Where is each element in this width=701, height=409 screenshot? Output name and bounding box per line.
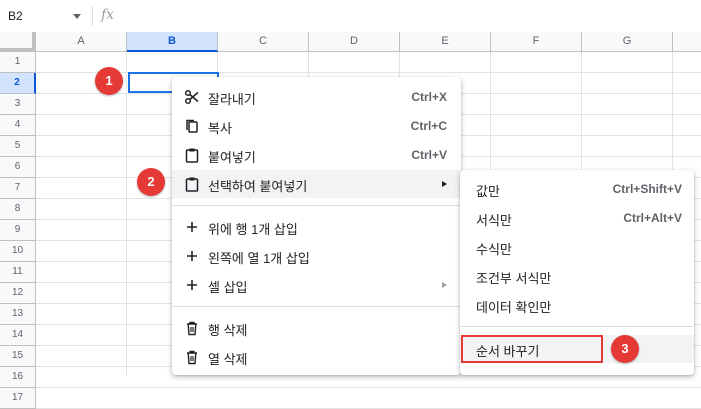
submenu-item-conditional-format-only[interactable]: 조건부 서식만 [460,262,694,290]
menu-item-label: 셀 삽입 [208,280,248,295]
row-header-14[interactable]: 14 [0,325,36,346]
cell-reference: B2 [8,9,23,23]
trash-icon [184,320,200,336]
row-header-5[interactable]: 5 [0,136,36,157]
submenu-arrow-icon [442,181,447,187]
fx-icon: fx [101,7,115,23]
menu-item-label: 조건부 서식만 [476,271,552,286]
column-header-partial[interactable] [673,32,701,52]
menu-divider [460,326,694,327]
menu-item-label: 열 삭제 [208,352,248,367]
grid-line [36,387,701,388]
shortcut-label: Ctrl+Alt+V [623,211,682,225]
column-header-e[interactable]: E [400,32,491,52]
menu-divider [172,306,461,307]
row-header-9[interactable]: 9 [0,220,36,241]
menu-item-copy[interactable]: 복사 Ctrl+C [172,112,461,140]
submenu-item-values-only[interactable]: 값만 Ctrl+Shift+V [460,175,694,203]
shortcut-label: Ctrl+C [410,119,447,133]
row-header-11[interactable]: 11 [0,262,36,283]
chevron-down-icon[interactable] [73,14,81,19]
row-header-15[interactable]: 15 [0,346,36,367]
shortcut-label: Ctrl+Shift+V [612,182,682,196]
row-header-2[interactable]: 2 [0,73,36,94]
plus-icon [184,219,200,235]
column-header-c[interactable]: C [218,32,309,52]
menu-item-label: 위에 행 1개 삽입 [208,222,298,237]
row-header-16[interactable]: 16 [0,367,36,388]
context-menu: 잘라내기 Ctrl+X 복사 Ctrl+C 붙여넣기 Ctrl+V 선택하여 붙… [172,77,461,375]
menu-item-delete-row[interactable]: 행 삭제 [172,314,461,342]
scissors-icon [184,89,200,105]
menu-item-insert-cells[interactable]: 셀 삽입 [172,271,461,299]
menu-divider [172,205,461,206]
shortcut-label: Ctrl+X [411,90,447,104]
row-header-3[interactable]: 3 [0,94,36,115]
menu-item-paste-special[interactable]: 선택하여 붙여넣기 [172,170,461,198]
menu-item-label: 왼쪽에 열 1개 삽입 [208,251,310,266]
menu-item-label: 행 삭제 [208,323,248,338]
name-box[interactable]: B2 [0,4,88,28]
step-badge-1: 1 [95,67,123,95]
submenu-item-formula-only[interactable]: 수식만 [460,233,694,261]
grid-line [126,52,127,375]
clipboard-icon [184,147,200,163]
formula-bar: B2 fx [0,0,701,33]
plus-icon [184,248,200,264]
row-header-7[interactable]: 7 [0,178,36,199]
menu-item-label: 잘라내기 [208,92,256,107]
submenu-item-data-validation-only[interactable]: 데이터 확인만 [460,291,694,319]
menu-item-label: 수식만 [476,242,512,257]
column-header-d[interactable]: D [309,32,400,52]
column-header-g[interactable]: G [582,32,673,52]
submenu-item-format-only[interactable]: 서식만 Ctrl+Alt+V [460,204,694,232]
menu-item-cut[interactable]: 잘라내기 Ctrl+X [172,83,461,111]
row-header-6[interactable]: 6 [0,157,36,178]
submenu-arrow-icon [442,282,447,288]
row-header-1[interactable]: 1 [0,52,36,73]
clipboard-icon [184,176,200,192]
menu-item-paste[interactable]: 붙여넣기 Ctrl+V [172,141,461,169]
column-header-b[interactable]: B [127,32,218,52]
select-all-corner[interactable] [0,32,36,52]
trash-icon [184,349,200,365]
menu-item-label: 값만 [476,184,500,199]
highlight-box [461,335,603,363]
menu-item-label: 서식만 [476,213,512,228]
row-header-8[interactable]: 8 [0,199,36,220]
row-header-17[interactable]: 17 [0,388,36,409]
menu-item-delete-col[interactable]: 열 삭제 [172,343,461,371]
row-header-4[interactable]: 4 [0,115,36,136]
menu-item-insert-col-left[interactable]: 왼쪽에 열 1개 삽입 [172,242,461,270]
copy-icon [184,118,200,134]
step-badge-3: 3 [611,335,639,363]
divider [92,6,93,26]
row-header-12[interactable]: 12 [0,283,36,304]
row-header-13[interactable]: 13 [0,304,36,325]
menu-item-label: 복사 [208,121,232,136]
shortcut-label: Ctrl+V [411,148,447,162]
menu-item-label: 선택하여 붙여넣기 [208,179,308,194]
row-header-10[interactable]: 10 [0,241,36,262]
menu-item-insert-row-above[interactable]: 위에 행 1개 삽입 [172,213,461,241]
menu-item-label: 데이터 확인만 [476,300,552,315]
column-header-a[interactable]: A [36,32,127,52]
menu-item-label: 붙여넣기 [208,150,256,165]
column-header-f[interactable]: F [491,32,582,52]
plus-icon [184,277,200,293]
step-badge-2: 2 [137,168,165,196]
